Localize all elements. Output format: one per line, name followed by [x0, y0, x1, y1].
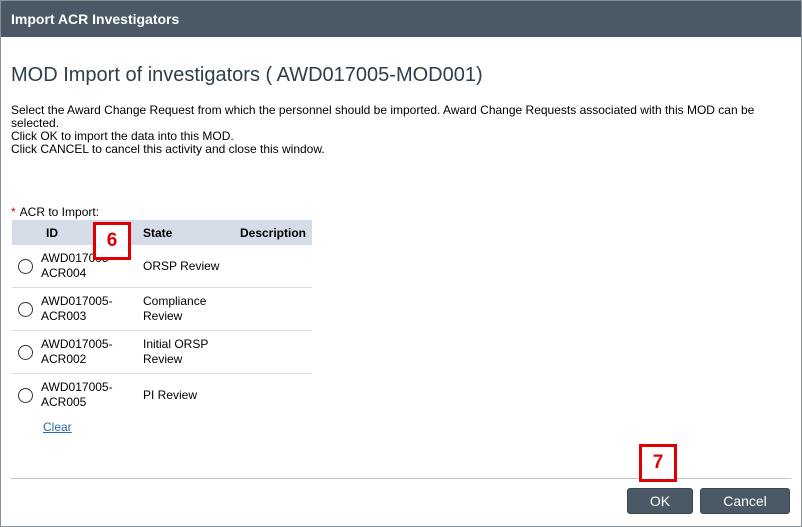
- acr-radio-button[interactable]: [18, 301, 33, 317]
- acr-state: Compliance Review: [143, 294, 207, 323]
- step-callout-6: 6: [93, 222, 131, 260]
- table-row[interactable]: AWD017005-ACR004 ORSP Review: [12, 245, 312, 288]
- instruction-line: Click CANCEL to cancel this activity and…: [11, 142, 325, 156]
- column-header-description[interactable]: Description: [223, 220, 312, 245]
- table-row[interactable]: AWD017005-ACR003 Compliance Review: [12, 288, 312, 331]
- acr-description: [223, 331, 312, 374]
- acr-description: [223, 374, 312, 417]
- acr-description: [223, 245, 312, 288]
- step-callout-7: 7: [639, 444, 677, 482]
- acr-table: ID State Description AWD017005-ACR004 OR…: [12, 220, 312, 416]
- acr-state: Initial ORSP Review: [143, 337, 209, 366]
- acr-radio-button[interactable]: [18, 258, 33, 274]
- table-row[interactable]: AWD017005-ACR005 PI Review: [12, 374, 312, 417]
- acr-radio-button[interactable]: [18, 344, 33, 360]
- ok-button[interactable]: OK: [627, 488, 693, 514]
- cancel-button[interactable]: Cancel: [700, 488, 790, 514]
- import-acr-dialog: Import ACR Investigators MOD Import of i…: [0, 0, 802, 527]
- acr-to-import-label: * ACR to Import:: [11, 205, 99, 219]
- acr-id: AWD017005-ACR002: [41, 337, 113, 366]
- field-label-text: ACR to Import:: [19, 205, 100, 219]
- instructions: Select the Award Change Request from whi…: [11, 104, 781, 156]
- acr-state: ORSP Review: [143, 258, 220, 273]
- required-marker: *: [11, 205, 16, 219]
- acr-radio-button[interactable]: [18, 387, 33, 403]
- acr-state: PI Review: [143, 387, 198, 402]
- clear-selection-link[interactable]: Clear: [43, 420, 72, 434]
- acr-id: AWD017005-ACR005: [41, 380, 113, 409]
- table-header-row: ID State Description: [12, 220, 312, 245]
- instruction-line: Select the Award Change Request from whi…: [11, 103, 755, 130]
- acr-id: AWD017005-ACR003: [41, 294, 113, 323]
- table-row[interactable]: AWD017005-ACR002 Initial ORSP Review: [12, 331, 312, 374]
- page-title: MOD Import of investigators ( AWD017005-…: [11, 64, 483, 86]
- dialog-title: Import ACR Investigators: [1, 1, 801, 37]
- acr-description: [223, 288, 312, 331]
